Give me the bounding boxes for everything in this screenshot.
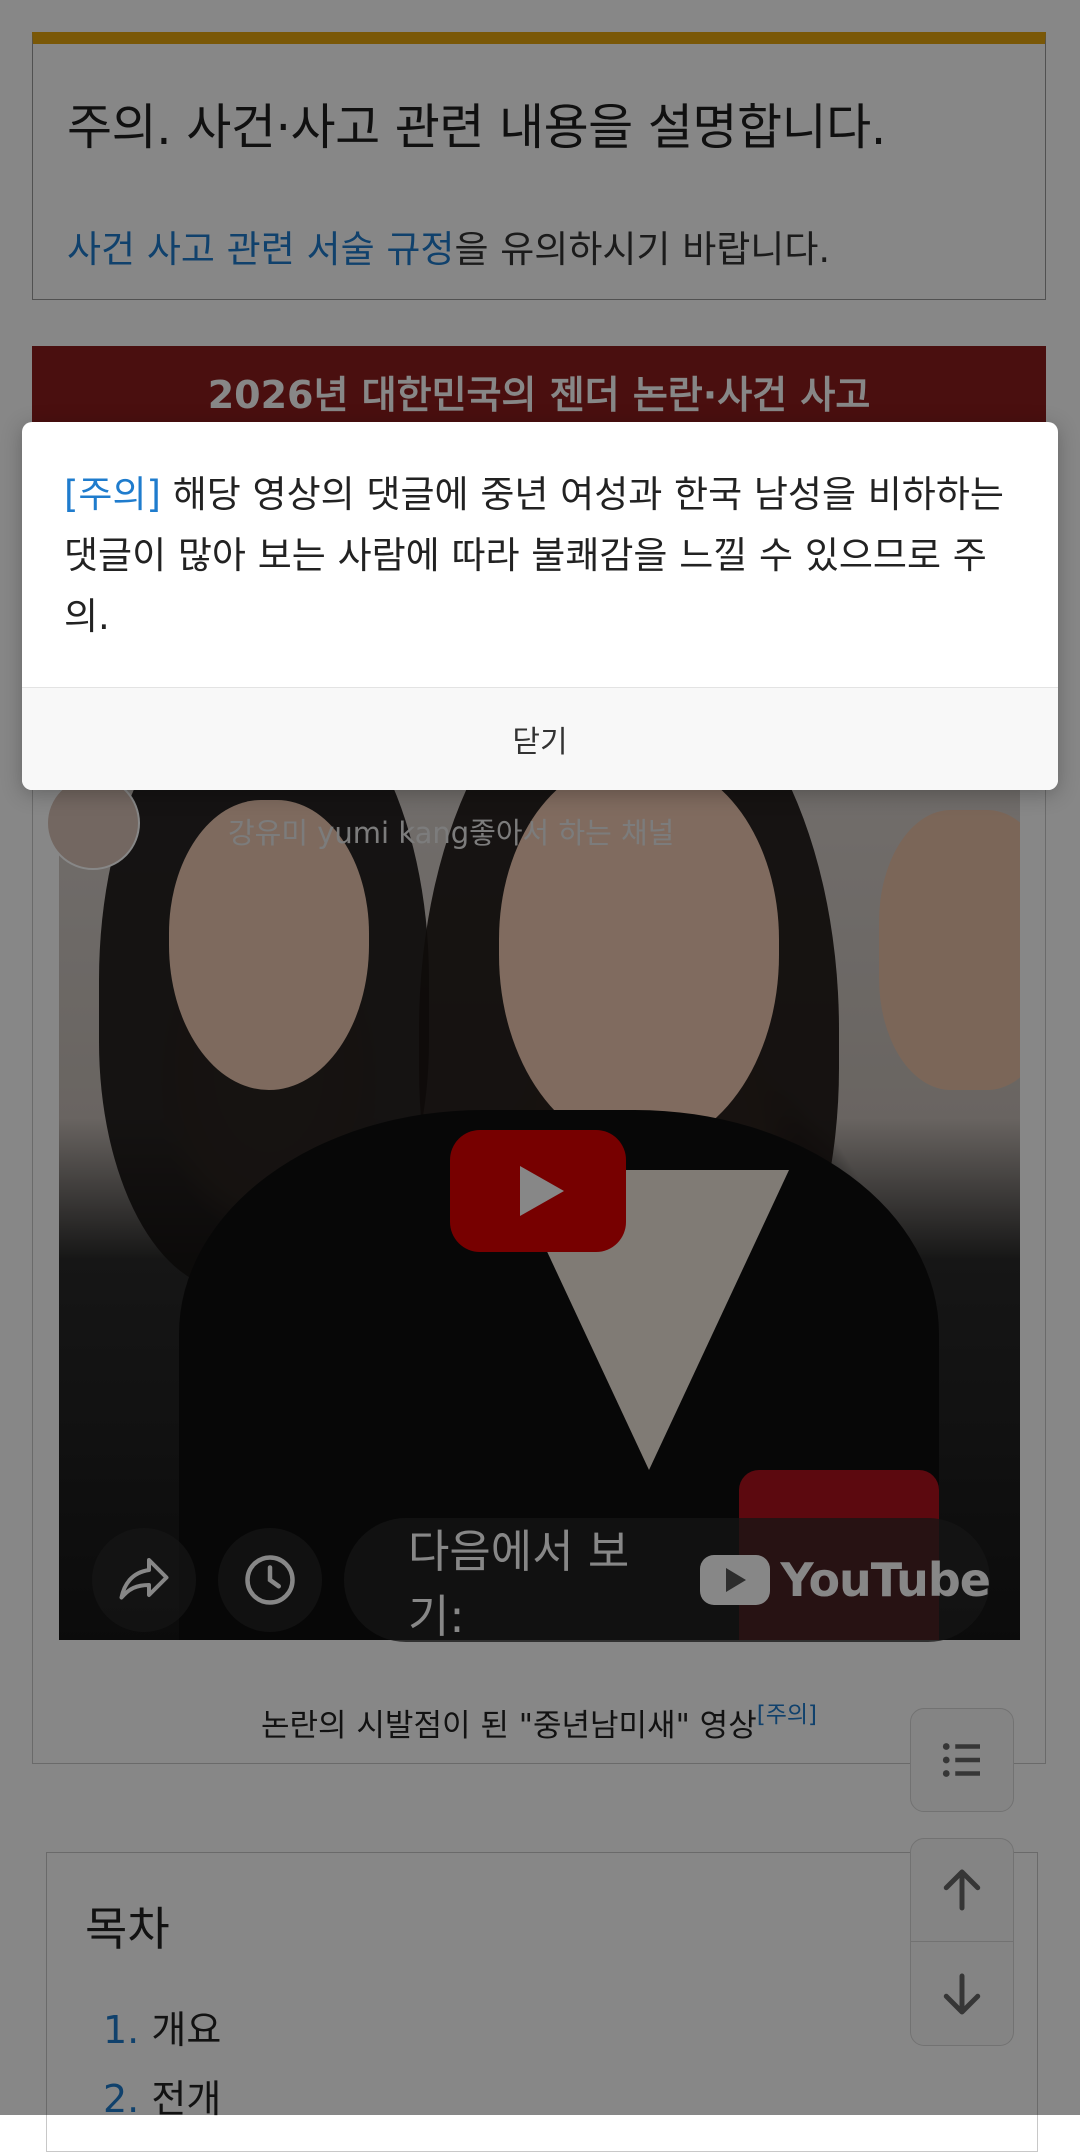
modal-backdrop[interactable] [0,0,1080,2115]
dialog-message: [주의] 해당 영상의 댓글에 중년 여성과 한국 남성을 비하하는 댓글이 많… [22,422,1058,688]
warning-dialog: [주의] 해당 영상의 댓글에 중년 여성과 한국 남성을 비하하는 댓글이 많… [22,422,1058,790]
close-button[interactable]: 닫기 [22,687,1058,790]
dialog-tag: [주의] [64,473,161,516]
dialog-text: 해당 영상의 댓글에 중년 여성과 한국 남성을 비하하는 댓글이 많아 보는 … [64,473,1004,638]
